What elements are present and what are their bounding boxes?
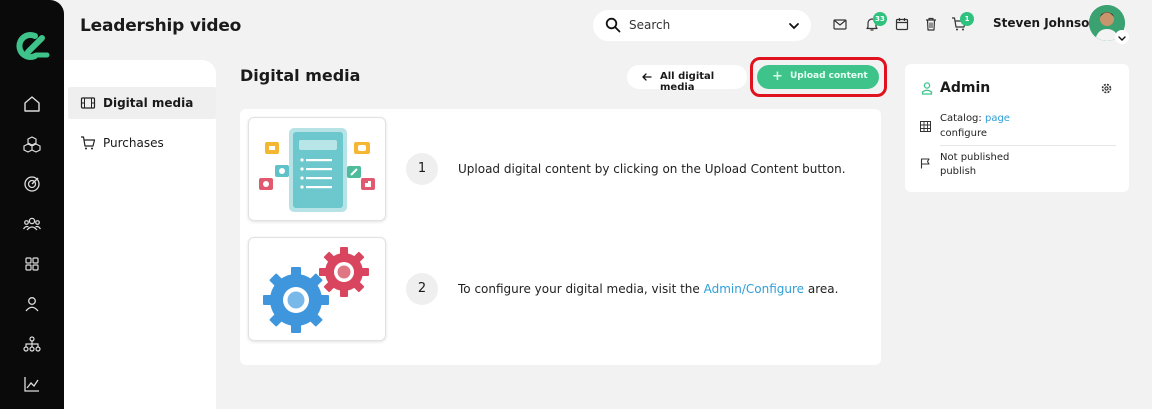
catalog-row: Catalog: page [940, 113, 1010, 124]
profile-icon[interactable] [22, 294, 42, 314]
page-title: Digital media [240, 66, 361, 85]
publish-status: Not published [940, 152, 1010, 163]
analytics-icon[interactable] [22, 374, 42, 394]
all-digital-media-label: All digital media [660, 71, 715, 93]
all-digital-media-button[interactable]: All digital media [627, 65, 747, 93]
search-icon [605, 17, 621, 33]
notifications-badge: 33 [873, 12, 887, 26]
calendar-icon[interactable] [894, 16, 910, 32]
search-box[interactable]: Search [593, 10, 811, 41]
subnav-item-digital-media[interactable]: Digital media [68, 87, 216, 119]
mail-icon[interactable] [832, 16, 848, 32]
gears-illustration [263, 247, 369, 333]
catalog-page-link[interactable]: page [985, 113, 1010, 124]
catalog-grid-icon [920, 121, 931, 132]
chevron-down-icon[interactable] [787, 19, 801, 33]
chevron-down-icon [1118, 36, 1126, 41]
app-title: Leadership video [80, 16, 242, 36]
gear-icon[interactable] [1100, 82, 1113, 95]
admin-user-icon [921, 82, 933, 95]
apps-icon[interactable] [22, 254, 42, 274]
divider [940, 145, 1116, 146]
publish-link[interactable]: publish [940, 166, 976, 177]
home-icon[interactable] [22, 94, 42, 114]
configure-illustration [248, 237, 386, 341]
app-logo[interactable] [11, 30, 51, 62]
step-text-before: To configure your digital media, visit t… [458, 282, 704, 296]
admin-card: Admin Catalog: page configure Not publis… [905, 64, 1129, 192]
target-icon[interactable] [22, 174, 42, 194]
subnav-item-purchases[interactable]: Purchases [68, 127, 216, 159]
org-chart-icon[interactable] [22, 334, 42, 354]
step-number: 2 [406, 273, 438, 305]
instructions-card: 1 Upload digital content by clicking on … [240, 109, 881, 365]
sub-navigation: Digital media Purchases [64, 60, 216, 409]
admin-title: Admin [940, 80, 991, 96]
document-upload-illustration [259, 128, 375, 212]
cart-icon [81, 136, 96, 150]
subnav-item-label: Digital media [103, 96, 194, 110]
flag-icon [920, 158, 930, 169]
left-rail [0, 0, 64, 409]
trash-icon[interactable] [923, 16, 939, 32]
admin-configure-link[interactable]: Admin/Configure [704, 282, 804, 296]
film-icon [80, 97, 96, 109]
search-input[interactable]: Search [629, 18, 670, 32]
arrow-left-icon [642, 73, 652, 81]
step-text: Upload digital content by clicking on th… [458, 162, 846, 176]
upload-illustration [248, 117, 386, 221]
people-icon[interactable] [22, 214, 42, 234]
catalog-label: Catalog: [940, 113, 982, 124]
upload-content-button[interactable]: + Upload content [757, 65, 879, 89]
cart-badge: 1 [960, 12, 974, 26]
user-name[interactable]: Steven Johnson [993, 16, 1098, 30]
user-menu-toggle[interactable] [1115, 30, 1129, 44]
upload-content-label: Upload content [790, 71, 868, 81]
modules-icon[interactable] [22, 134, 42, 154]
subnav-item-label: Purchases [103, 136, 164, 150]
step-number: 1 [406, 153, 438, 185]
step-text: To configure your digital media, visit t… [458, 282, 838, 296]
plus-icon: + [772, 69, 783, 84]
configure-link[interactable]: configure [940, 128, 987, 139]
step-text-after: area. [804, 282, 839, 296]
